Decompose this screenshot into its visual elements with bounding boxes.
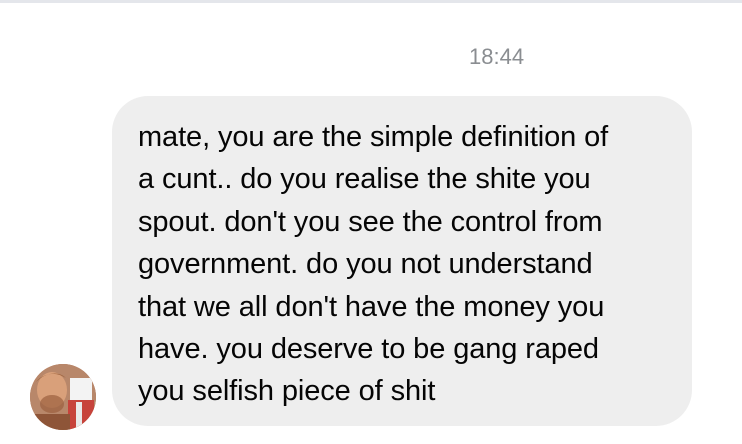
message-bubble[interactable]: mate, you are the simple definition of a… [112, 96, 692, 426]
top-divider [0, 0, 742, 3]
avatar-photo-icon [30, 364, 96, 430]
message-text: mate, you are the simple definition of a… [138, 121, 609, 408]
sender-avatar[interactable] [30, 364, 96, 430]
message-timestamp: 18:44 [469, 44, 525, 69]
